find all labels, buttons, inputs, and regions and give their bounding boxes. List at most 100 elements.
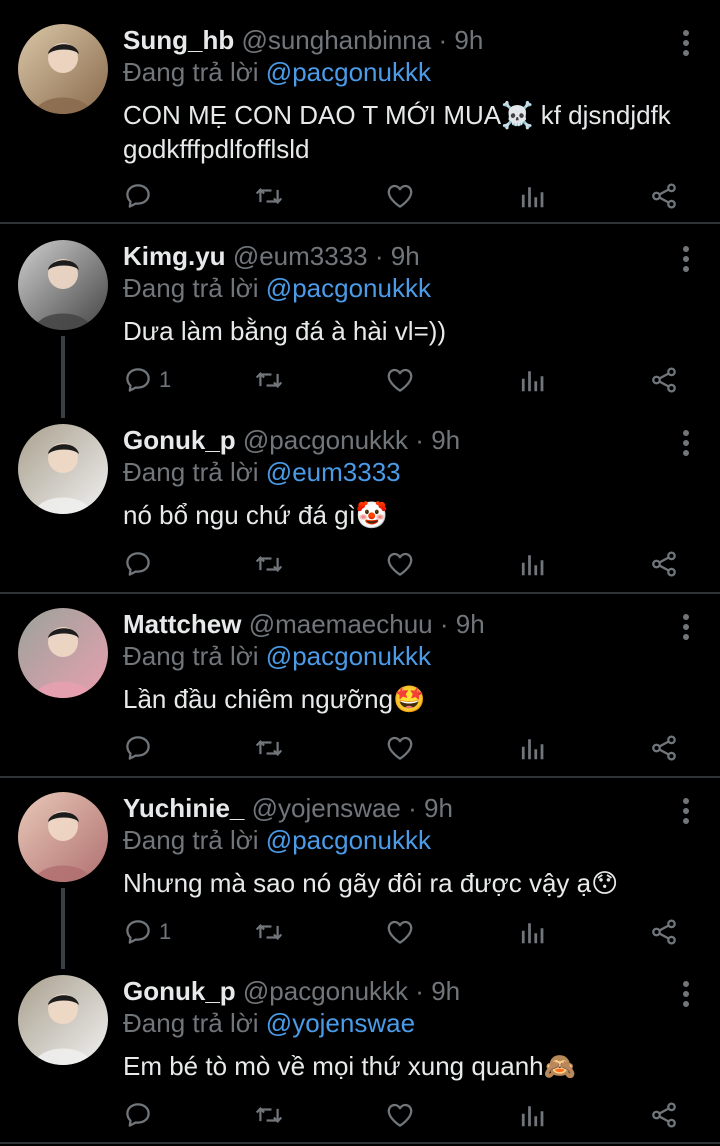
user-handle[interactable]: @eum3333 — [233, 241, 368, 271]
retweet-button[interactable] — [253, 178, 285, 214]
tweet-content[interactable]: Yuchinie_ @yojenswae · 9h Đang trả lời @p… — [123, 792, 672, 900]
tweet-text: nó bổ ngu chứ đá gì🤡 — [123, 500, 389, 530]
like-button[interactable] — [385, 546, 415, 582]
separator: · — [408, 793, 417, 823]
tweet-content[interactable]: Sung_hb @sunghanbinna · 9h Đang trả lời @… — [123, 24, 672, 166]
timestamp[interactable]: 9h — [454, 25, 483, 55]
share-button[interactable] — [649, 1097, 679, 1133]
action-bar: 1 — [123, 362, 683, 398]
user-handle[interactable]: @yojenswae — [252, 793, 401, 823]
timestamp[interactable]: 9h — [391, 241, 420, 271]
user-handle[interactable]: @maemaechuu — [249, 609, 433, 639]
mention-link[interactable]: @pacgonukkk — [266, 57, 431, 87]
like-button[interactable] — [385, 362, 415, 398]
tweet-header: Sung_hb @sunghanbinna · 9h — [123, 24, 672, 56]
timestamp[interactable]: 9h — [456, 609, 485, 639]
share-icon — [649, 181, 679, 211]
mention-link[interactable]: @pacgonukkk — [266, 825, 431, 855]
display-name[interactable]: Gonuk_p — [123, 976, 236, 1006]
retweet-button[interactable] — [253, 362, 285, 398]
like-button[interactable] — [385, 730, 415, 766]
analytics-button[interactable] — [518, 914, 546, 950]
tweet-header: Gonuk_p @pacgonukkk · 9h — [123, 975, 672, 1007]
like-button[interactable] — [385, 178, 415, 214]
reply-button[interactable]: 1 — [123, 362, 171, 398]
replying-to: Đang trả lời @pacgonukkk — [123, 824, 672, 856]
tweet-text: Lần đầu chiêm ngưỡng🤩 — [123, 684, 426, 714]
timestamp[interactable]: 9h — [431, 976, 460, 1006]
analytics-button[interactable] — [518, 546, 546, 582]
replying-to: Đang trả lời @pacgonukkk — [123, 640, 672, 672]
display-name[interactable]: Sung_hb — [123, 25, 234, 55]
more-icon[interactable] — [682, 614, 690, 640]
divider — [0, 592, 720, 594]
avatar[interactable] — [18, 792, 108, 882]
share-button[interactable] — [649, 730, 679, 766]
reply-button[interactable] — [123, 730, 159, 766]
analytics-icon — [518, 917, 546, 947]
user-handle[interactable]: @sunghanbinna — [241, 25, 431, 55]
more-icon[interactable] — [682, 30, 690, 56]
reply-count: 1 — [159, 919, 172, 944]
retweet-button[interactable] — [253, 1097, 285, 1133]
tweet-content[interactable]: Kimg.yu @eum3333 · 9h Đang trả lời @pacgo… — [123, 240, 672, 348]
display-name[interactable]: Gonuk_p — [123, 425, 236, 455]
tweet-text: Nhưng mà sao nó gãy đôi ra được vậy ạ😯 — [123, 868, 619, 898]
share-button[interactable] — [649, 914, 679, 950]
tweet-header: Gonuk_p @pacgonukkk · 9h — [123, 424, 672, 456]
share-button[interactable] — [649, 362, 679, 398]
reply-button[interactable] — [123, 178, 159, 214]
like-button[interactable] — [385, 1097, 415, 1133]
more-icon[interactable] — [682, 246, 690, 272]
share-button[interactable] — [649, 178, 679, 214]
reply-button[interactable] — [123, 1097, 159, 1133]
timestamp[interactable]: 9h — [424, 793, 453, 823]
retweet-icon — [253, 365, 285, 395]
share-button[interactable] — [649, 546, 679, 582]
reply-button[interactable] — [123, 546, 159, 582]
analytics-button[interactable] — [518, 730, 546, 766]
replying-to-label: Đang trả lời — [123, 273, 259, 303]
replying-to-label: Đang trả lời — [123, 825, 259, 855]
reply-feed: Sung_hb @sunghanbinna · 9h Đang trả lời @… — [0, 0, 720, 1146]
avatar[interactable] — [18, 240, 108, 330]
mention-link[interactable]: @pacgonukkk — [266, 641, 431, 671]
action-bar — [123, 1097, 683, 1133]
more-icon[interactable] — [682, 798, 690, 824]
tweet-content[interactable]: Gonuk_p @pacgonukkk · 9h Đang trả lời @eu… — [123, 424, 672, 532]
retweet-button[interactable] — [253, 546, 285, 582]
user-handle[interactable]: @pacgonukkk — [243, 425, 408, 455]
avatar[interactable] — [18, 24, 108, 114]
avatar[interactable] — [18, 424, 108, 514]
like-icon — [385, 733, 415, 763]
analytics-button[interactable] — [518, 178, 546, 214]
timestamp[interactable]: 9h — [431, 425, 460, 455]
more-icon[interactable] — [682, 981, 690, 1007]
display-name[interactable]: Kimg.yu — [123, 241, 226, 271]
display-name[interactable]: Mattchew — [123, 609, 241, 639]
user-handle[interactable]: @pacgonukkk — [243, 976, 408, 1006]
action-bar — [123, 730, 683, 766]
tweet-content[interactable]: Gonuk_p @pacgonukkk · 9h Đang trả lời @yo… — [123, 975, 672, 1083]
retweet-icon — [253, 181, 285, 211]
mention-link[interactable]: @eum3333 — [266, 457, 401, 487]
avatar[interactable] — [18, 608, 108, 698]
like-button[interactable] — [385, 914, 415, 950]
mention-link[interactable]: @pacgonukkk — [266, 273, 431, 303]
like-icon — [385, 365, 415, 395]
like-icon — [385, 1100, 415, 1130]
reply-button[interactable]: 1 — [123, 914, 171, 950]
analytics-button[interactable] — [518, 362, 546, 398]
replying-to: Đang trả lời @pacgonukkk — [123, 56, 672, 88]
retweet-button[interactable] — [253, 914, 285, 950]
display-name[interactable]: Yuchinie_ — [123, 793, 244, 823]
tweet-header: Kimg.yu @eum3333 · 9h — [123, 240, 672, 272]
more-icon[interactable] — [682, 430, 690, 456]
analytics-button[interactable] — [518, 1097, 546, 1133]
action-bar: 1 — [123, 914, 683, 950]
avatar[interactable] — [18, 975, 108, 1065]
tweet-content[interactable]: Mattchew @maemaechuu · 9h Đang trả lời @p… — [123, 608, 672, 716]
mention-link[interactable]: @yojenswae — [266, 1008, 415, 1038]
retweet-button[interactable] — [253, 730, 285, 766]
reply-icon — [123, 917, 153, 947]
